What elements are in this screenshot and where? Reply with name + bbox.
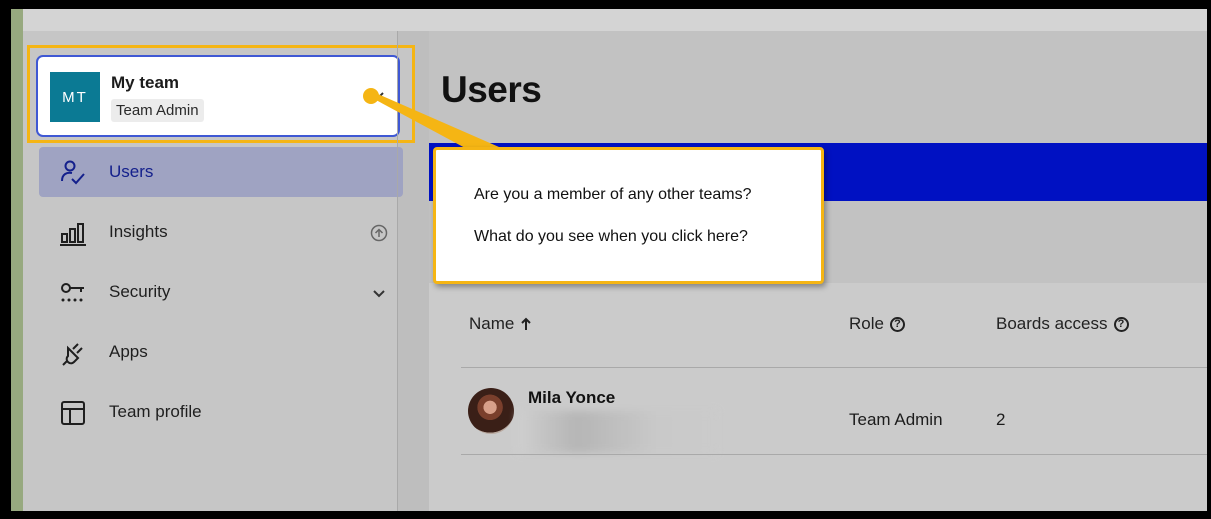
sidebar-item-team-profile[interactable]: Team profile [39, 387, 403, 437]
avatar [468, 388, 514, 434]
user-boards-access: 2 [996, 410, 1006, 429]
user-name[interactable]: Mila Yonce [528, 388, 615, 408]
callout-question-1: Are you a member of any other teams? [474, 186, 752, 203]
bar-chart-icon [60, 223, 86, 246]
table-row-divider [461, 454, 1207, 455]
sidebar-item-users[interactable]: Users [39, 147, 403, 197]
sidebar-item-label: Apps [109, 342, 148, 361]
column-header-name[interactable]: Name [469, 314, 532, 334]
chevron-down-icon[interactable] [371, 91, 385, 101]
sidebar-item-label: Users [109, 162, 154, 181]
plug-icon [62, 343, 83, 366]
chevron-down-icon[interactable] [370, 284, 388, 302]
team-name: My team [111, 73, 180, 92]
table-header-divider [461, 367, 1207, 368]
user-role[interactable]: Team Admin [849, 410, 943, 430]
layout-icon [61, 401, 85, 425]
sidebar: MT My team Team Admin Users Insights Sec… [23, 31, 415, 511]
sidebar-item-insights[interactable]: Insights [39, 207, 403, 257]
key-icon [61, 283, 84, 302]
sidebar-divider [397, 31, 398, 511]
window-edge-stripe [11, 9, 23, 511]
page-title: Users [441, 69, 542, 110]
column-header-label: Role [849, 314, 884, 333]
sidebar-item-apps[interactable]: Apps [39, 327, 403, 377]
column-header-label: Boards access [996, 314, 1108, 333]
tooltip-callout: Are you a member of any other teams? Wha… [433, 147, 824, 284]
column-header-boards-access[interactable]: Boards access ? [996, 314, 1129, 334]
sidebar-item-label: Team profile [109, 402, 202, 421]
sidebar-item-security[interactable]: Security [39, 267, 403, 317]
column-header-role[interactable]: Role ? [849, 314, 905, 334]
upgrade-arrow-icon [370, 224, 388, 242]
redacted-email [517, 411, 717, 453]
users-icon [61, 160, 85, 185]
top-bar [23, 9, 1207, 31]
team-avatar: MT [50, 72, 100, 122]
callout-question-2: What do you see when you click here? [474, 228, 748, 245]
team-role-badge: Team Admin [111, 99, 204, 122]
column-header-label: Name [469, 314, 515, 333]
help-circle-icon[interactable]: ? [889, 316, 905, 332]
sidebar-item-label: Insights [109, 222, 168, 241]
help-circle-icon[interactable]: ? [1113, 316, 1129, 332]
sort-up-arrow-icon [521, 317, 532, 330]
team-switcher[interactable]: MT My team Team Admin [36, 55, 400, 137]
sidebar-item-label: Security [109, 282, 171, 301]
